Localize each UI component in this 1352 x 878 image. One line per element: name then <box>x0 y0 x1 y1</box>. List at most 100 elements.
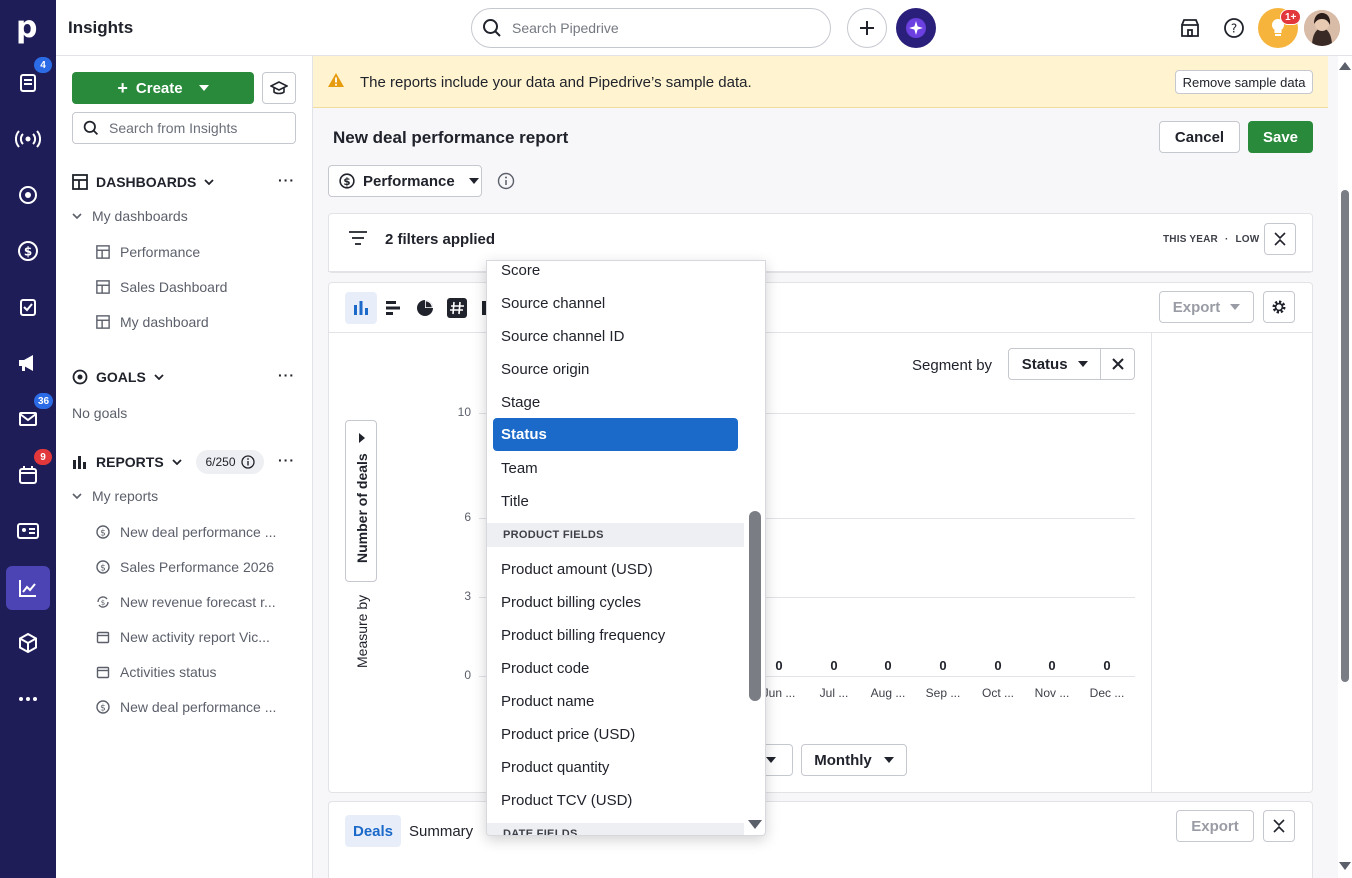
create-button[interactable]: + Create <box>72 72 254 104</box>
caret-down-icon <box>1077 361 1088 367</box>
y-tick-label: 3 <box>464 589 471 603</box>
dropdown-option-selected[interactable]: Status <box>493 418 738 451</box>
dropdown-option[interactable]: Source channel ID <box>493 320 738 353</box>
tab-summary[interactable]: Summary <box>401 815 481 847</box>
insights-search-input[interactable]: Search from Insights <box>72 112 296 144</box>
pie-chart-button[interactable] <box>409 292 441 324</box>
campaigns-icon[interactable] <box>8 119 48 159</box>
dropdown-option[interactable]: Product billing cycles <box>493 586 738 619</box>
dashboards-section-toggle[interactable]: DASHBOARDS <box>72 174 214 190</box>
search-icon <box>483 19 501 37</box>
reports-section-toggle[interactable]: REPORTS <box>72 454 182 470</box>
info-icon[interactable] <box>497 172 515 190</box>
reports-more-button[interactable]: ··· <box>278 452 295 468</box>
svg-text:$: $ <box>100 704 106 714</box>
ai-assistant-button[interactable] <box>896 8 936 48</box>
report-type-label: Performance <box>363 172 455 190</box>
reports-count: 6/250 <box>205 455 236 469</box>
user-avatar[interactable] <box>1304 10 1340 46</box>
insights-icon[interactable] <box>6 566 50 610</box>
tab-deals[interactable]: Deals <box>345 815 402 847</box>
dropdown-scroll-thumb[interactable] <box>749 511 761 701</box>
dashboard-item-label: My dashboard <box>120 314 209 330</box>
x-tick-label: Jul ... <box>819 686 849 700</box>
contacts-icon[interactable] <box>8 511 48 551</box>
help-icon[interactable]: ? <box>1222 16 1246 40</box>
pipedrive-logo[interactable]: p <box>16 12 40 44</box>
dashboard-item[interactable]: Performance <box>96 244 296 260</box>
report-item[interactable]: $ Sales Performance 2026 <box>96 559 296 575</box>
tasks-icon[interactable] <box>8 287 48 327</box>
report-item[interactable]: New activity report Vic... <box>96 629 296 645</box>
dropdown-option[interactable]: Source origin <box>493 353 738 386</box>
report-item[interactable]: $ New revenue forecast r... <box>96 594 296 610</box>
goals-section-toggle[interactable]: GOALS <box>72 369 164 385</box>
projects-icon[interactable] <box>8 175 48 215</box>
measure-by-select[interactable]: Number of deals <box>345 420 377 582</box>
clear-segment-button[interactable] <box>1101 349 1134 379</box>
dropdown-option[interactable]: Stage <box>493 386 738 419</box>
marketplace-icon[interactable] <box>1178 16 1202 40</box>
save-button[interactable]: Save <box>1248 121 1313 153</box>
my-dashboards-group[interactable]: My dashboards <box>72 208 188 224</box>
table-export-button[interactable]: Export <box>1176 810 1254 842</box>
learn-button[interactable] <box>262 72 296 104</box>
banner-text: The reports include your data and Pipedr… <box>360 74 752 91</box>
chevron-down-icon <box>154 374 164 380</box>
more-icon[interactable] <box>8 679 48 719</box>
caret-down-icon <box>468 178 479 184</box>
segment-by-value: Status <box>1021 355 1068 373</box>
segment-by-label: Segment by <box>912 357 993 374</box>
marketing-icon[interactable] <box>8 343 48 383</box>
scorecard-button[interactable] <box>441 292 473 324</box>
report-item-label: Sales Performance 2026 <box>120 559 275 575</box>
cancel-button[interactable]: Cancel <box>1159 121 1240 153</box>
dropdown-option[interactable]: Product name <box>493 685 738 718</box>
dropdown-option[interactable]: Product billing frequency <box>493 619 738 652</box>
remove-sample-data-button[interactable]: Remove sample data <box>1175 70 1313 94</box>
chart-export-button[interactable]: Export <box>1159 291 1254 323</box>
interval-select[interactable]: Monthly <box>801 744 907 776</box>
calendar-icon <box>96 631 110 644</box>
chart-settings-button[interactable] <box>1263 291 1295 323</box>
x-tick-label: Aug ... <box>870 686 906 700</box>
page-scrollbar[interactable] <box>1338 56 1352 878</box>
goals-more-button[interactable]: ··· <box>278 367 295 383</box>
global-search-input[interactable]: Search Pipedrive <box>471 8 831 48</box>
dropdown-option[interactable]: Product price (USD) <box>493 718 738 751</box>
plus-icon: + <box>117 78 128 98</box>
dropdown-scroll-down-icon[interactable] <box>748 820 762 829</box>
dropdown-option[interactable]: Product code <box>493 652 738 685</box>
revenue-forecast-icon: $ <box>97 596 109 608</box>
dropdown-option[interactable]: Source channel <box>493 287 738 320</box>
filter-separator: · <box>1224 234 1229 245</box>
my-reports-label: My reports <box>92 488 159 504</box>
deals-icon[interactable]: $ <box>8 231 48 271</box>
products-icon[interactable] <box>8 623 48 663</box>
dropdown-option[interactable]: Product amount (USD) <box>493 553 738 586</box>
column-chart-button[interactable] <box>345 292 377 324</box>
report-title[interactable]: New deal performance report <box>333 128 568 148</box>
collapse-table-button[interactable] <box>1263 810 1295 842</box>
y-tick-label: 10 <box>457 405 471 419</box>
collapse-filters-button[interactable] <box>1264 223 1296 255</box>
report-item[interactable]: Activities status <box>96 664 296 680</box>
dashboard-item[interactable]: Sales Dashboard <box>96 279 296 295</box>
report-type-select[interactable]: $ Performance <box>328 165 482 197</box>
report-item[interactable]: $ New deal performance ... <box>96 699 296 715</box>
dropdown-option[interactable]: Team <box>493 452 738 485</box>
my-reports-group[interactable]: My reports <box>72 488 158 504</box>
dropdown-option[interactable]: Product quantity <box>493 751 738 784</box>
segment-by-select[interactable]: Status <box>1008 348 1135 380</box>
dashboards-more-button[interactable]: ··· <box>278 172 295 188</box>
report-item[interactable]: $ New deal performance ... <box>96 524 296 540</box>
quick-add-button[interactable] <box>847 8 887 48</box>
dropdown-option[interactable]: Title <box>493 485 738 518</box>
bar-chart-button[interactable] <box>377 292 409 324</box>
page-scroll-thumb[interactable] <box>1341 190 1349 682</box>
segment-by-value-button[interactable]: Status <box>1009 349 1102 379</box>
dropdown-option[interactable]: Score <box>493 261 738 287</box>
reports-title: REPORTS <box>96 454 164 470</box>
dropdown-option[interactable]: Product TCV (USD) <box>493 784 738 817</box>
dashboard-item[interactable]: My dashboard <box>96 314 296 330</box>
